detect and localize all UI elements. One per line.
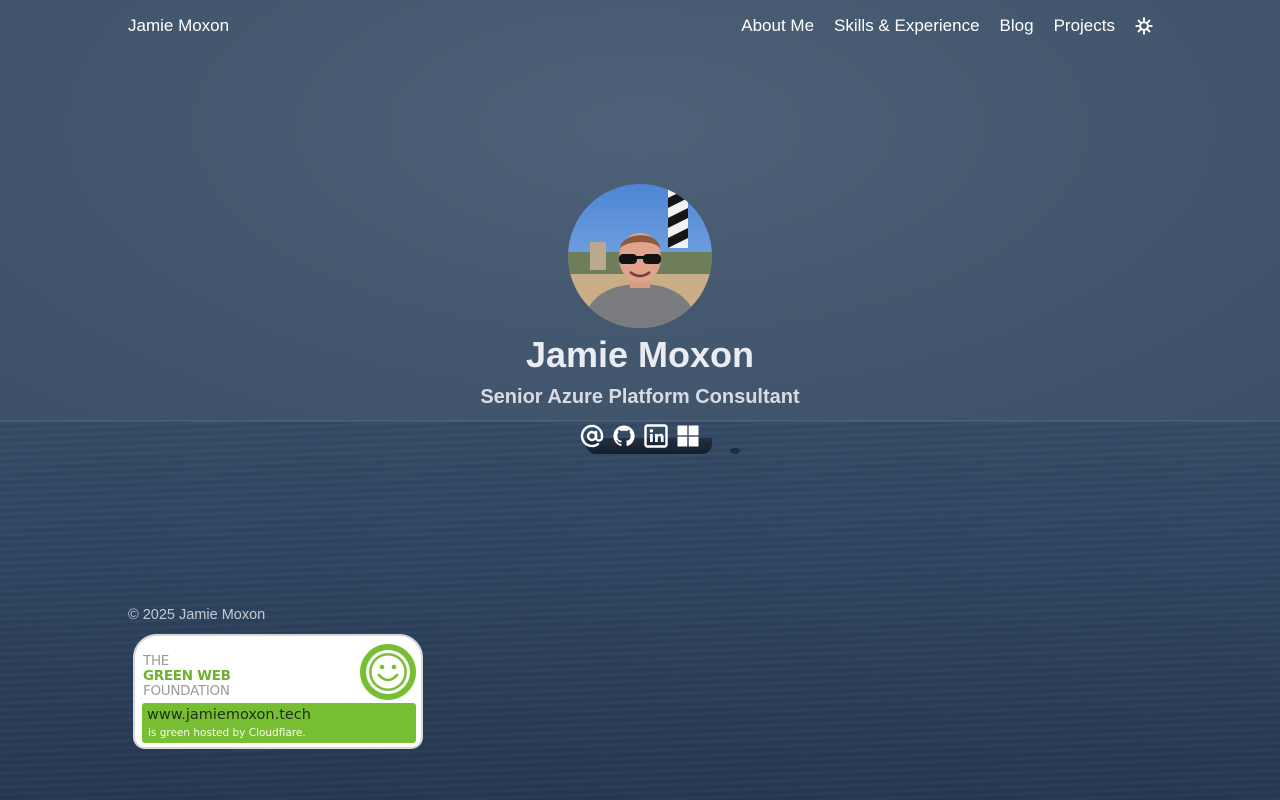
smiley-icon — [360, 644, 416, 700]
background-buoy — [730, 448, 740, 454]
site-brand-link[interactable]: Jamie Moxon — [128, 16, 229, 36]
sun-icon[interactable] — [1135, 17, 1153, 35]
nav-link-blog[interactable]: Blog — [1000, 16, 1034, 36]
nav-menu: About Me Skills & Experience Blog Projec… — [741, 16, 1153, 36]
nav-link-skills-experience[interactable]: Skills & Experience — [834, 16, 980, 36]
windows-icon[interactable] — [676, 424, 700, 448]
green-web-foundation-badge[interactable]: THE GREEN WEB FOUNDATION www.jamiemoxon.… — [133, 634, 423, 749]
nav-link-about-me[interactable]: About Me — [741, 16, 814, 36]
badge-status-bar: www.jamiemoxon.tech is green hosted by C… — [142, 703, 416, 743]
profile-name: Jamie Moxon — [525, 334, 755, 375]
social-links — [580, 424, 700, 448]
linkedin-icon[interactable] — [644, 424, 668, 448]
badge-hosted-text: is green hosted by Cloudflare. — [148, 727, 306, 739]
at-email-icon[interactable] — [580, 424, 604, 448]
profile-role: Senior Azure Platform Consultant — [480, 386, 800, 408]
footer-copyright: © 2025 Jamie Moxon — [128, 607, 266, 623]
green-web-foundation-logo: THE GREEN WEB FOUNDATION — [143, 653, 231, 699]
top-navigation: Jamie Moxon About Me Skills & Experience… — [0, 0, 1280, 54]
github-icon[interactable] — [612, 424, 636, 448]
profile-avatar — [568, 184, 712, 328]
nav-link-projects[interactable]: Projects — [1054, 16, 1115, 36]
badge-domain: www.jamiemoxon.tech — [147, 707, 311, 723]
